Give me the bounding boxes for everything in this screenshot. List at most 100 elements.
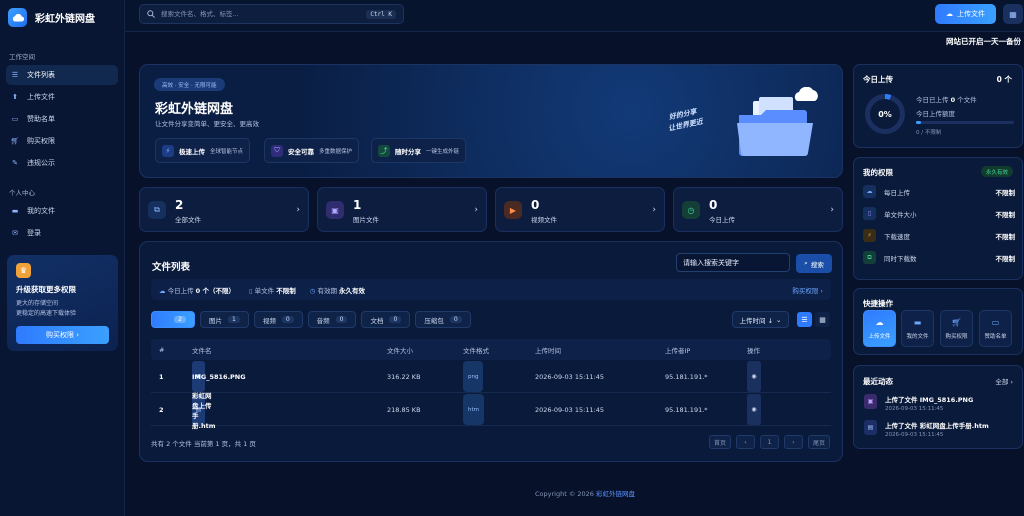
today-line1: 今日已上传 0 个文件 [916,94,977,104]
quick-my-files-button[interactable]: ▬ 我的文件 [901,310,934,347]
permanent-badge: 永久有效 [980,166,1013,177]
column-header: 上传者IP [665,346,691,355]
filter-label: 音频 [316,316,330,325]
quota-label: 有效期 [317,286,337,295]
file-list-panel: 文件列表 ⌕搜索 ☁ 今日上传 0 个（不限） ▯ 单文件 不限制 ◷ 有效期 … [139,241,843,462]
permission-row: ▯ 单文件大小 不限制 [863,205,1015,222]
quota-progress-track [916,121,1014,124]
single-quota: ▯ 单文件 不限制 [249,285,296,295]
file-search-box[interactable] [676,253,790,272]
cart-icon: 🛒︎ [10,137,20,145]
filter-count: 1 [228,316,240,323]
filter-video[interactable]: 视频 0 [253,311,303,328]
pager-info: 共有 2 个文件 当前第 1 页，共 1 页 [151,440,256,448]
global-search[interactable]: Ctrl K [139,4,404,24]
permission-row: ⧉ 同时下载数 不限制 [863,249,1015,266]
recent-text: 上传了文件 彩虹网盘上传手册.htm [885,422,989,430]
copyright-text: Copyright © 2026 [535,490,597,498]
footer-link[interactable]: 彩虹外链网盘 [596,490,635,498]
file-search-button[interactable]: ⌕ 搜索 [796,254,832,273]
filter-label: 文档 [370,316,384,325]
filter-count: 0 [389,316,402,323]
bolt-icon: ⚡︎ [162,144,174,157]
grid-view-button[interactable]: ▦ [815,312,830,327]
filter-image[interactable]: 图片 1 [200,311,249,328]
sidebar-item-sponsor[interactable]: ▭ 赞助名单 [6,109,118,129]
logo[interactable]: 彩虹外链网盘 [0,0,124,34]
stat-value: 0 [531,198,540,212]
recent-text: 上传了文件 IMG_5816.PNG [885,396,974,404]
grid-icon: ▦ [1009,9,1017,19]
quota-value: 永久有效 [339,286,366,295]
page-number-button[interactable]: 1 [759,435,779,449]
cloud-logo-icon [8,7,27,27]
valid-quota: ◷ 有效期 永久有效 [310,285,365,295]
sidebar-item-login[interactable]: ✉ 登录 [6,223,118,243]
promo-desc: 更大的存储空间 更稳定的高速下载体验 [16,299,109,319]
quick-title: 快捷操作 [863,299,893,308]
recent-item[interactable]: ▣ 上传了文件 IMG_5816.PNG 2026-09-03 15:11:45 [864,394,973,412]
promo-desc-line: 更大的存储空间 [16,300,59,307]
uploader-ip: 95.181.191.* [665,372,708,381]
upload-button[interactable]: ☁ 上传文件 [935,4,996,24]
sidebar-item-my-files[interactable]: ▬ 我的文件 [6,201,118,221]
sidebar-item-violations[interactable]: ✎ 违规公示 [6,153,118,173]
page-first-button[interactable]: 首页 [708,435,731,449]
quick-sponsor-button[interactable]: ▭ 赞助名单 [979,310,1012,347]
recent-all-link[interactable]: 全部 › [995,376,1013,386]
promo-buy-button[interactable]: 购买权限 › [16,326,109,344]
permission-value: 不限制 [995,232,1016,241]
sponsor-icon: ▭ [11,115,19,123]
stat-all-files[interactable]: ⧉ 2 全部文件 › [139,187,309,232]
stat-video-files[interactable]: ▶ 0 视频文件 › [495,187,665,232]
chevron-right-icon: › [474,205,478,215]
stat-image-files[interactable]: ▣ 1 图片文件 › [317,187,487,232]
table-row[interactable]: 2 ▤ 彩虹网盘上传手册.htm 218.85 KB htm 2026-09-03… [151,392,831,430]
sidebar-item-label: 违规公示 [27,159,55,167]
feature-fast-upload: ⚡︎ 极速上传 全球智能节点 [155,138,251,163]
list-view-icon: ☰ [801,315,808,324]
permission-label: 同时下载数 [884,254,917,263]
announcement-marquee: 网站已开启一天一备份 [946,37,1021,46]
quick-label: 赞助名单 [984,333,1007,340]
list-view-button[interactable]: ☰ [797,312,812,327]
file-name[interactable]: IMG_5816.PNG [192,361,246,392]
promo-desc-line: 更稳定的高速下载体验 [16,310,77,317]
pagination: 首页 ‹ 1 › 尾页 [708,435,830,449]
filter-archive[interactable]: 压缩包 0 [415,311,471,328]
permission-label: 下载速度 [884,232,910,241]
sidebar-item-file-list[interactable]: ☰ 文件列表 [6,65,118,85]
global-search-input[interactable] [161,10,361,18]
recent-item[interactable]: ▤ 上传了文件 彩虹网盘上传手册.htm 2026-09-03 15:11:45 [864,420,989,438]
apps-grid-button[interactable]: ▦ [1003,4,1023,24]
quota-value: 不限制 [276,286,296,295]
sidebar-item-upload[interactable]: ⬆ 上传文件 [6,87,118,107]
preview-eye-icon[interactable]: ◉ [747,394,761,425]
quick-upload-button[interactable]: ☁ 上传文件 [863,310,896,347]
file-search-input[interactable] [683,254,783,271]
table-header: # 文件名 文件大小 文件格式 上传时间 上传者IP 操作 [151,339,831,360]
quick-buy-button[interactable]: 🛒︎ 购买权限 [940,310,973,347]
chevron-right-icon: › [296,205,300,215]
filter-audio[interactable]: 音频 0 [307,311,357,328]
stat-today-upload[interactable]: ◷ 0 今日上传 › [673,187,843,232]
sidebar-item-buy[interactable]: 🛒︎ 购买权限 [6,131,118,151]
chevron-right-icon: › [830,205,834,215]
page-last-button[interactable]: 尾页 [807,435,830,449]
preview-eye-icon[interactable]: ◉ [747,361,761,392]
filter-document[interactable]: 文档 0 [361,311,411,328]
stat-value: 0 [709,198,718,212]
filter-count: 0 [449,316,462,323]
filter-all[interactable]: 2 [151,311,195,328]
folder-illustration-icon [737,87,818,156]
recent-title: 最近动态 [863,377,893,386]
sort-select[interactable]: 上传时间 ↓ ⌄ [732,311,789,328]
files-icon: ⧉ [148,201,166,219]
quota-buy-link[interactable]: 购买权限 › [792,285,823,295]
page-prev-button[interactable]: ‹ [735,435,755,449]
table-row[interactable]: 1 ▣ IMG_5816.PNG 316.22 KB png 2026-09-03… [151,361,831,393]
permission-value: 不限制 [995,210,1016,219]
progress-ring: 0% [865,94,905,134]
page-next-button[interactable]: › [783,435,803,449]
file-name[interactable]: 彩虹网盘上传手册.htm [192,392,215,430]
